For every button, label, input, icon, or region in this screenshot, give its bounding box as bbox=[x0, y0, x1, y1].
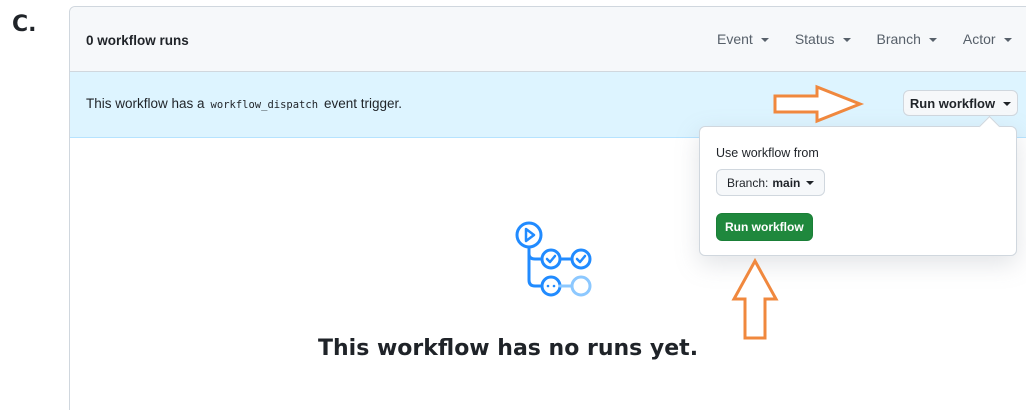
caret-down-icon bbox=[1003, 37, 1012, 42]
filter-event-label: Event bbox=[717, 31, 753, 47]
filter-actor-label: Actor bbox=[962, 31, 996, 47]
filter-actor[interactable]: Actor bbox=[963, 31, 1012, 47]
dispatch-text-after: event trigger. bbox=[324, 96, 403, 111]
step-label: C. bbox=[12, 12, 37, 37]
use-workflow-from-label: Use workflow from bbox=[716, 146, 819, 160]
filter-bar: Event Status Branch Actor bbox=[717, 31, 1026, 47]
filter-status[interactable]: Status bbox=[795, 31, 851, 47]
dispatch-text-before: This workflow has a bbox=[86, 96, 205, 111]
workflow-graph-icon bbox=[515, 221, 592, 297]
filter-branch[interactable]: Branch bbox=[877, 31, 937, 47]
filter-status-label: Status bbox=[794, 31, 835, 47]
branch-prefix: Branch: bbox=[727, 175, 769, 190]
caret-down-icon bbox=[842, 37, 851, 42]
run-workflow-dropdown: Use workflow from Branch: main Run workfl… bbox=[699, 126, 1017, 256]
dispatch-code: workflow_dispatch bbox=[210, 99, 319, 111]
caret-down-icon bbox=[806, 181, 815, 185]
branch-value: main bbox=[772, 175, 801, 190]
dispatch-message: This workflow has a workflow_dispatch even… bbox=[86, 96, 402, 111]
caret-down-icon bbox=[928, 37, 937, 42]
run-workflow-button-label: Run workflow bbox=[909, 95, 996, 111]
branch-select[interactable]: Branch: main bbox=[716, 169, 826, 196]
caret-down-icon bbox=[760, 37, 769, 42]
run-workflow-button[interactable]: Run workflow bbox=[903, 90, 1018, 116]
caret-down-icon bbox=[1003, 101, 1012, 106]
filter-event[interactable]: Event bbox=[717, 31, 769, 47]
filter-branch-label: Branch bbox=[876, 31, 921, 47]
run-workflow-submit-button[interactable]: Run workflow bbox=[716, 213, 813, 241]
empty-state-title: This workflow has no runs yet. bbox=[318, 336, 699, 361]
page: C. 0 workflow runs Event Status Branch A… bbox=[0, 0, 1026, 410]
runs-count: 0 workflow runs bbox=[86, 33, 189, 48]
runs-header: 0 workflow runs Event Status Branch Acto… bbox=[70, 7, 1026, 72]
